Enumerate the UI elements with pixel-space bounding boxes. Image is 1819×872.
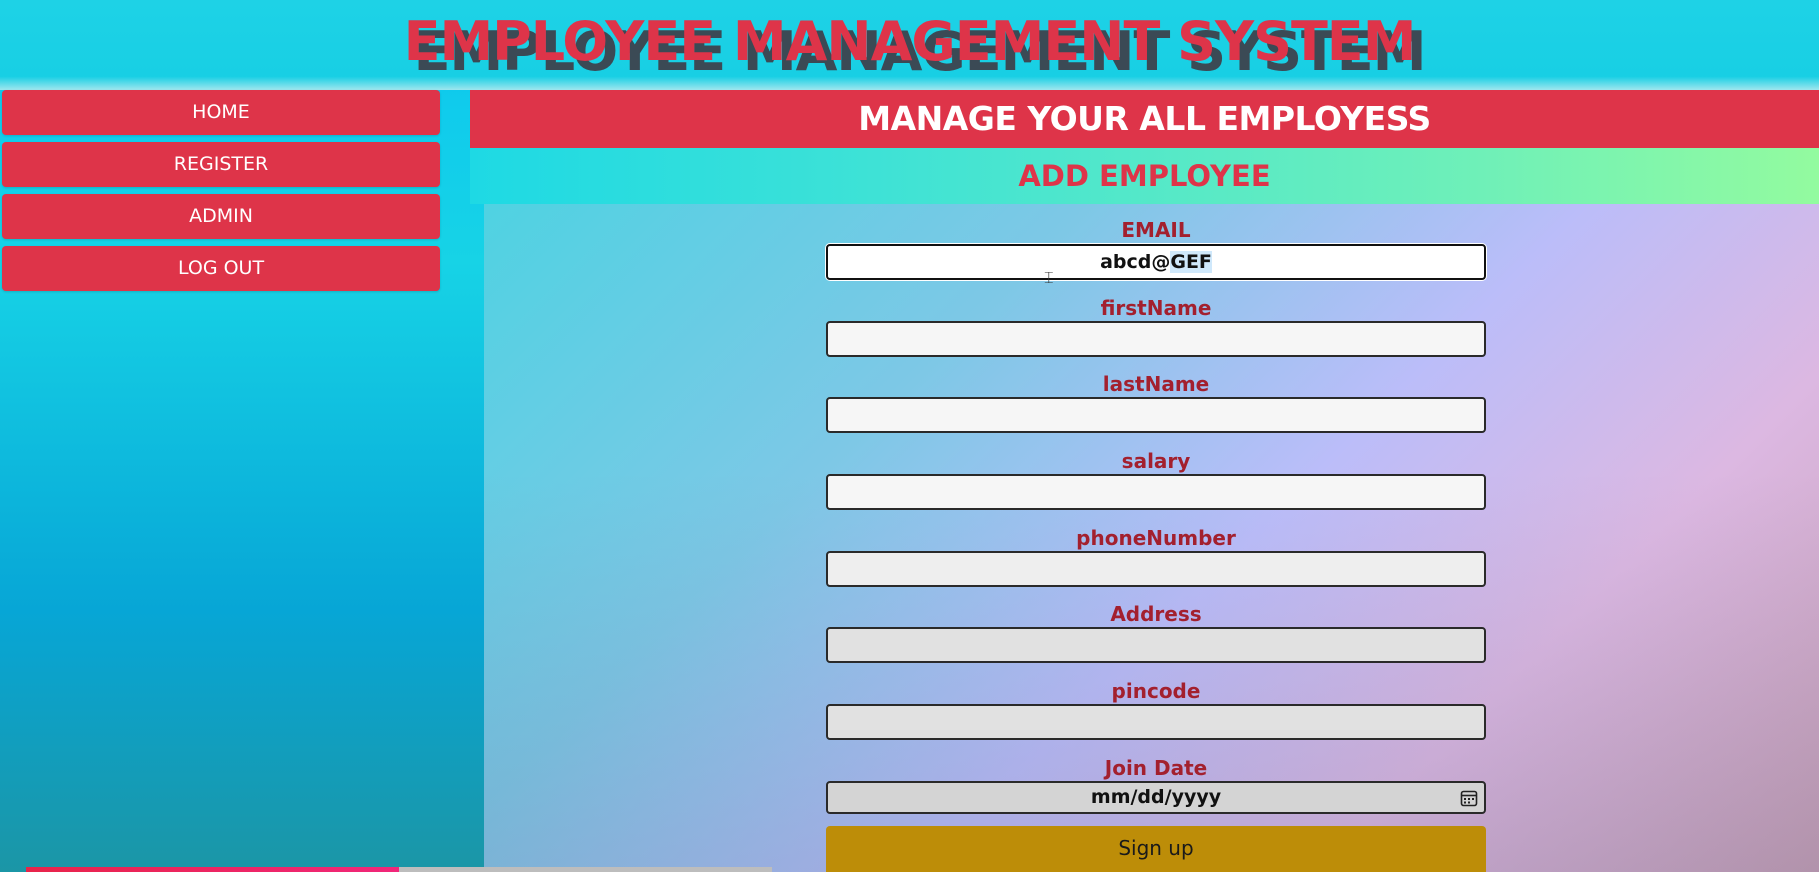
joindate-label: Join Date xyxy=(1104,756,1208,780)
firstname-label: firstName xyxy=(1100,296,1212,320)
email-value-selected: GEF xyxy=(1170,251,1212,273)
phone-label: phoneNumber xyxy=(1076,526,1236,550)
firstname-field[interactable] xyxy=(826,321,1486,357)
email-value: abcd@ xyxy=(1100,251,1171,273)
calendar-icon[interactable] xyxy=(1460,789,1478,807)
lastname-field[interactable] xyxy=(826,397,1486,433)
page-banner: MANAGE YOUR ALL EMPLOYESS xyxy=(470,90,1819,148)
sidebar-item-logout[interactable]: LOG OUT xyxy=(2,246,440,291)
sidebar-nav: HOME REGISTER ADMIN LOG OUT xyxy=(2,90,440,298)
sidebar-item-register[interactable]: REGISTER xyxy=(2,142,440,187)
salary-label: salary xyxy=(1121,449,1191,473)
salary-field[interactable] xyxy=(826,474,1486,510)
scrollbar-thumb[interactable] xyxy=(26,867,399,872)
address-field[interactable] xyxy=(826,627,1486,663)
email-field[interactable]: abcd@GEF xyxy=(826,244,1486,280)
pincode-label: pincode xyxy=(1111,679,1201,703)
lastname-label: lastName xyxy=(1102,372,1210,396)
sidebar-item-home[interactable]: HOME xyxy=(2,90,440,135)
phone-field[interactable] xyxy=(826,551,1486,587)
horizontal-scrollbar[interactable] xyxy=(26,867,772,872)
joindate-field[interactable]: mm/dd/yyyy xyxy=(826,781,1486,814)
text-cursor-icon: ⌶ xyxy=(1044,270,1054,287)
app-header: EMPLOYEE MANAGEMENT SYSTEM EMPLOYEE MANA… xyxy=(0,0,1819,90)
joindate-placeholder: mm/dd/yyyy xyxy=(1090,786,1222,808)
email-label: EMAIL xyxy=(1121,218,1191,242)
address-label: Address xyxy=(1110,602,1202,626)
signup-button[interactable]: Sign up xyxy=(826,826,1486,872)
app-title-text: EMPLOYEE MANAGEMENT SYSTEM xyxy=(403,10,1417,73)
pincode-field[interactable] xyxy=(826,704,1486,740)
sidebar-item-admin[interactable]: ADMIN xyxy=(2,194,440,239)
form-title: ADD EMPLOYEE xyxy=(470,148,1819,204)
